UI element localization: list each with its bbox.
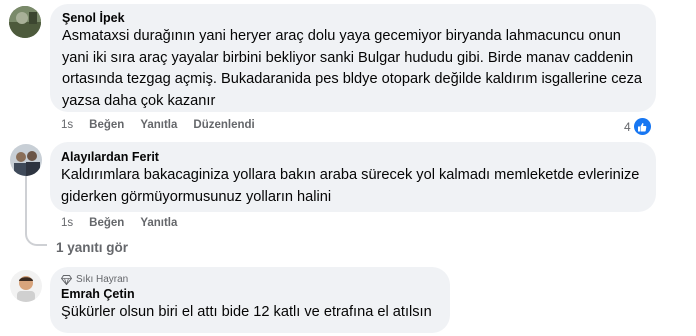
comment-text: Kaldırımlara bakacaginiza yollara bakın …: [61, 167, 640, 205]
like-button[interactable]: Beğen: [89, 119, 124, 131]
avatar[interactable]: [10, 270, 42, 302]
comment-text: Şükürler olsun biri el attı bide 12 katl…: [61, 304, 432, 320]
comment-author[interactable]: Emrah Çetin: [61, 287, 438, 301]
fan-badge-label: Sıkı Hayran: [76, 274, 129, 285]
reply-button[interactable]: Yanıtla: [140, 119, 177, 131]
comment-text: Asmataxsi durağının yani heryer araç dol…: [62, 28, 643, 109]
reaction-summary[interactable]: 4: [624, 118, 651, 135]
view-replies-link[interactable]: 1 yanıtı gör: [56, 240, 128, 255]
comment-bubble: Şenol İpek Asmataxsi durağının yani hery…: [50, 4, 656, 112]
avatar[interactable]: [9, 6, 41, 38]
comment-actions: 1s Beğen Yanıtla: [61, 217, 193, 229]
comment-time[interactable]: 1s: [61, 217, 73, 229]
comment-author[interactable]: Şenol İpek: [62, 11, 644, 25]
like-button[interactable]: Beğen: [89, 217, 124, 229]
avatar[interactable]: [10, 144, 42, 176]
comment-bubble: Alayılardan Ferit Kaldırımlara bakacagin…: [50, 142, 656, 212]
reply-button[interactable]: Yanıtla: [140, 217, 177, 229]
edited-label[interactable]: Düzenlendi: [193, 119, 254, 131]
like-icon: [633, 118, 651, 135]
reaction-count: 4: [624, 119, 631, 134]
diamond-icon: [61, 274, 72, 285]
thread-connector: [25, 226, 47, 246]
fan-badge: Sıkı Hayran: [61, 274, 438, 285]
thread-line: [25, 176, 27, 232]
comment-time[interactable]: 1s: [61, 119, 73, 131]
comment-author[interactable]: Alayılardan Ferit: [61, 150, 644, 164]
comment-actions: 1s Beğen Yanıtla Düzenlendi: [61, 119, 271, 131]
comment-bubble: Sıkı Hayran Emrah Çetin Şükürler olsun b…: [50, 267, 450, 333]
